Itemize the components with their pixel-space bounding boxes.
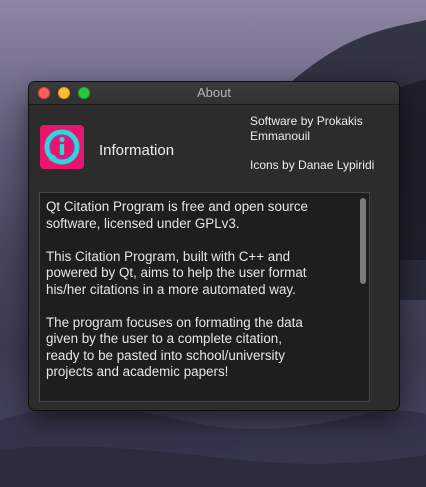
text-line: Qt Citation Program is free and open sou… (46, 199, 308, 214)
text-line: software, licensed under GPLv3. (46, 215, 240, 231)
description-text-area[interactable]: Qt Citation Program is free and open sou… (39, 192, 370, 402)
icons-credit: Icons by Danae Lypiridi (250, 158, 375, 172)
about-dialog: About Information Software by Prokakis E… (29, 82, 399, 410)
text-line: projects and academic papers! (46, 364, 229, 379)
app-name-label: Information (99, 142, 175, 159)
text-line: given by the user to a complete citation… (46, 331, 282, 346)
window-title: About (197, 85, 231, 100)
text-line: This Citation Program, built with C++ an… (46, 248, 291, 264)
text-line: powered by Qt, aims to help the user for… (46, 265, 307, 280)
description-text: Qt Citation Program is free and open sou… (46, 199, 351, 397)
credits: Software by Prokakis Emmanouil Icons by … (250, 114, 395, 173)
title-bar[interactable]: About (29, 82, 399, 105)
text-line: his/her citations in a more automated wa… (46, 281, 296, 297)
description-paragraph: The program focuses on formating the dat… (46, 315, 351, 381)
software-credit-line-2: Emmanouil (250, 129, 311, 143)
citation-logo-icon (40, 125, 84, 169)
text-line: ready to be pasted into school/universit… (46, 347, 285, 363)
software-credit-line-1: Software by Prokakis (250, 114, 363, 128)
scrollbar-thumb[interactable] (360, 198, 366, 284)
description-paragraph: Qt Citation Program is free and open sou… (46, 199, 351, 232)
description-paragraph: This Citation Program, built with C++ an… (46, 249, 351, 299)
text-line: The program focuses on formating the dat… (46, 314, 303, 330)
vertical-scrollbar[interactable] (358, 196, 368, 398)
